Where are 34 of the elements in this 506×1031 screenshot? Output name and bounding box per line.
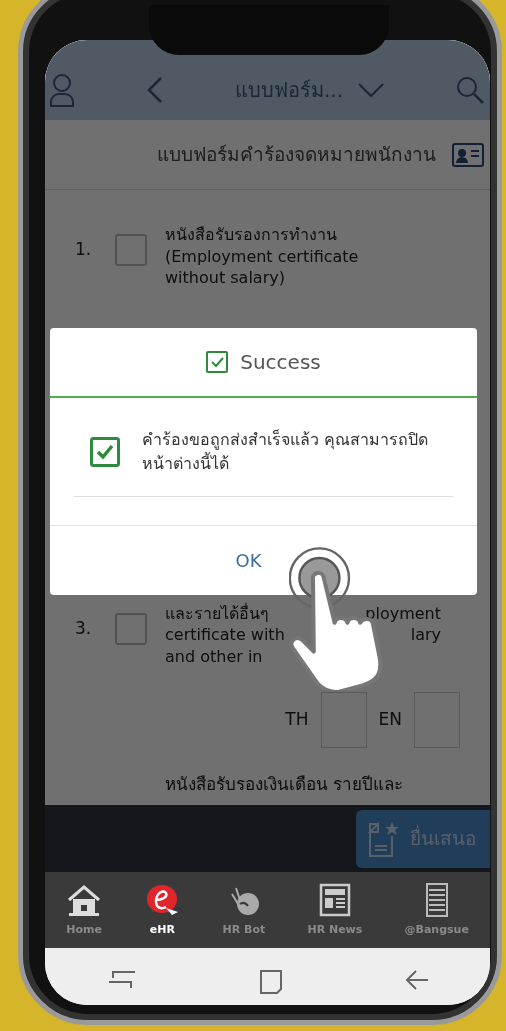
- nav-tab[interactable]: @Bangsue: [400, 881, 473, 939]
- checkbox[interactable]: [115, 612, 147, 645]
- item-text: (Employment certificate: [165, 245, 359, 268]
- checkbox[interactable]: [115, 234, 147, 266]
- home-button-icon[interactable]: [258, 968, 285, 994]
- item-text: lary: [410, 624, 441, 646]
- check-icon: [206, 351, 229, 373]
- item-text: certificate with: [165, 624, 285, 646]
- nav-tab[interactable]: HR News: [303, 881, 367, 939]
- nav-tab[interactable]: eHR: [140, 881, 185, 939]
- document-star-icon: [366, 819, 400, 858]
- language-checkbox[interactable]: [320, 691, 367, 748]
- item-text: หนังสือรับรองเงินเดือน รายปีและ: [164, 772, 405, 796]
- language-label: EN: [378, 707, 402, 731]
- form-title: แบบฟอร์มคำร้องจดหมายพนักงาน: [157, 142, 436, 168]
- item-text: ployment: [365, 602, 441, 625]
- nav-tab[interactable]: HR Bot: [218, 881, 270, 939]
- nav-tab[interactable]: Home: [62, 881, 107, 939]
- item-number: 3.: [75, 616, 93, 640]
- dialog-title: Success: [240, 349, 321, 376]
- item-number: 1.: [75, 238, 93, 261]
- chevron-down-icon[interactable]: [357, 82, 385, 98]
- id-card-icon[interactable]: [452, 142, 484, 167]
- back-icon[interactable]: [404, 968, 431, 992]
- ok-button[interactable]: OK: [231, 541, 266, 580]
- back-icon[interactable]: [145, 76, 164, 104]
- item-text: หนังสือรับรองการทำงาน: [165, 224, 337, 246]
- search-icon[interactable]: [456, 76, 484, 104]
- dialog-message: คำร้องขอถูกส่งสำเร็จแล้ว คุณสามารถปิดหน้าต่างนี้ได้: [142, 428, 430, 475]
- language-label: TH: [285, 707, 309, 731]
- item-text: and other in: [165, 645, 263, 668]
- item-text: without salary): [165, 267, 285, 289]
- profile-icon[interactable]: [49, 73, 75, 107]
- item-text: และรายได้อื่นๆ: [165, 602, 269, 625]
